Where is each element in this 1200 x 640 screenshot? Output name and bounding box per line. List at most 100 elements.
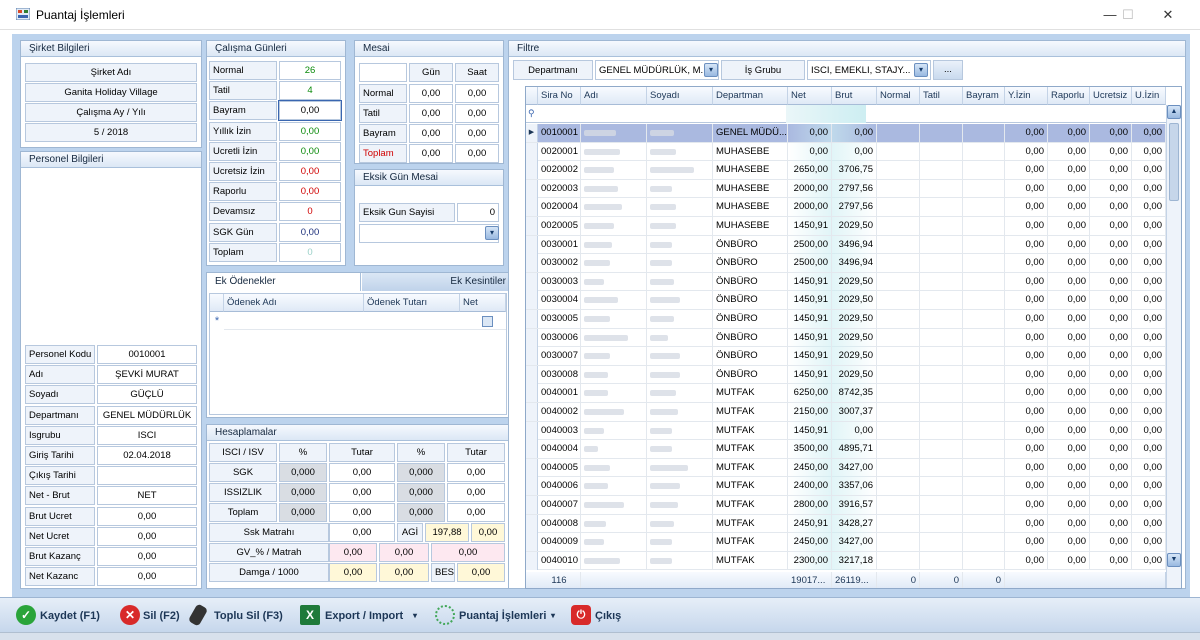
export-dropdown-icon[interactable]: ▾ (413, 606, 417, 626)
mesai-gun[interactable]: 0,00 (409, 144, 453, 163)
odenek-col-tutar[interactable]: Ödenek Tutarı (364, 294, 460, 312)
departman-select[interactable]: GENEL MÜDÜRLÜK, M... (595, 60, 719, 80)
mesai-saat[interactable]: 0,00 (455, 124, 499, 143)
is-grubu-select[interactable]: ISCI, EMEKLI, STAJY... (807, 60, 931, 80)
close-button[interactable]: ✕ (1146, 4, 1190, 26)
mesai-gun[interactable]: 0,00 (409, 104, 453, 123)
hesap-t2: 0,00 (447, 503, 505, 522)
table-row[interactable]: 0020002 MUHASEBE 2650,00 3706,75 0,00 0,00 0,0… (526, 161, 1166, 180)
odenek-new-row[interactable] (224, 312, 506, 330)
table-row[interactable]: 0030008 ÖNBÜRO 1450,91 2029,50 0,00 0,00 0,00 0… (526, 365, 1166, 385)
calisma-value[interactable]: 0 (279, 242, 341, 262)
table-row[interactable]: 0030007 ÖNBÜRO 1450,91 2029,50 0,00 0,00 0,00 0… (526, 347, 1166, 366)
mesai-saat[interactable]: 0,00 (455, 104, 499, 123)
puantaj-button[interactable]: Puantaj İşlemleri (459, 606, 546, 626)
calisma-value[interactable]: 0,00 (279, 141, 341, 161)
departman-dropdown-icon[interactable]: ▾ (704, 63, 718, 77)
mesai-saat[interactable]: 0,00 (455, 144, 499, 163)
table-row[interactable]: 0040007 MUTFAK 2800,00 3916,57 0,00 0,00 0,00 0… (526, 496, 1166, 515)
calisma-value[interactable]: 0,00 (279, 182, 341, 202)
table-row[interactable]: 0040003 MUTFAK 1450,91 0,00 0,00 0,00 0,00 0,00 (526, 421, 1166, 441)
table-row[interactable]: 0030003 ÖNBÜRO 1450,91 2029,50 0,00 0,00 0,00 0… (526, 272, 1166, 292)
calisma-value[interactable]: 0,00 (279, 162, 341, 181)
calisma-value[interactable]: 0,00 (279, 222, 341, 242)
table-row[interactable]: 0030001 ÖNBÜRO 2500,00 3496,94 0,00 0,00 0,00 0… (526, 235, 1166, 255)
table-row[interactable]: 0020005 MUHASEBE 1450,91 2029,50 0,00 0,00 0,0… (526, 217, 1166, 236)
table-row[interactable]: 0030006 ÖNBÜRO 1450,91 2029,50 0,00 0,00 0,00 0… (526, 328, 1166, 348)
eksik-dropdown-icon[interactable]: ▾ (485, 226, 499, 240)
blurred-text (584, 204, 622, 211)
mesai-saat[interactable]: 0,00 (455, 84, 499, 103)
cell-departman: MUHASEBE (713, 217, 788, 235)
blurred-text (650, 167, 694, 174)
cell-sira-no: 0020003 (538, 179, 581, 198)
sil-button[interactable]: Sil (F2) (143, 606, 180, 626)
mesai-gun[interactable]: 0,00 (409, 124, 453, 143)
table-row[interactable]: 0020003 MUHASEBE 2000,00 2797,56 0,00 0,00 0,0… (526, 179, 1166, 199)
cell-sira-no: 0030008 (538, 365, 581, 384)
table-row[interactable]: 0040001 MUTFAK 6250,00 8742,35 0,00 0,00 0,00 0… (526, 384, 1166, 403)
table-row[interactable]: 0040006 MUTFAK 2400,00 3357,06 0,00 0,00 0,00 0… (526, 477, 1166, 496)
table-row[interactable]: 0040010 MUTFAK 2300,00 3217,18 0,00 0,00 0,00 0… (526, 551, 1166, 571)
calisma-value[interactable]: 0,00 (278, 100, 342, 122)
blurred-text (650, 446, 672, 453)
row-selector-icon (526, 235, 538, 254)
table-row[interactable]: 0020001 MUHASEBE 0,00 0,00 0,00 0,00 0,00 0,00 (526, 142, 1166, 162)
cell-zero: 0,00 (1048, 403, 1090, 421)
grid-col-header[interactable]: Normal (877, 87, 920, 105)
export-import-button[interactable]: Export / Import (325, 606, 403, 626)
cikis-button[interactable]: Çıkış (595, 606, 621, 626)
grid-col-header[interactable]: Tatil (920, 87, 963, 105)
grid-filter-row[interactable]: ⚲ (526, 105, 1166, 123)
grid-col-header[interactable]: Brut (832, 87, 877, 105)
puantaj-dropdown-icon[interactable]: ▾ (551, 606, 555, 626)
blurred-text (650, 557, 672, 564)
grid-col-header[interactable]: U.İzin (1132, 87, 1166, 105)
grid-col-header[interactable]: Y.İzin (1005, 87, 1048, 105)
more-filter-button[interactable]: ... (933, 60, 963, 80)
grid-col-header[interactable]: Soyadı (647, 87, 713, 105)
tab-ek-odenekler[interactable]: Ek Ödenekler (207, 273, 361, 291)
odenek-col-adi[interactable]: Ödenek Adı (224, 294, 364, 312)
grid-col-header[interactable]: Ucretsiz (1090, 87, 1132, 105)
grid-col-header[interactable]: Departman (713, 87, 788, 105)
personel-grid: Sira No Adı Soyadı Departman Net Brut Normal Ta… (525, 86, 1182, 589)
table-row[interactable]: 0020004 MUHASEBE 2000,00 2797,56 0,00 0,00 0,0… (526, 198, 1166, 217)
calisma-value[interactable]: 4 (279, 81, 341, 101)
tab-ek-kesintiler[interactable]: Ek Kesintiler (362, 273, 512, 291)
blurred-text (584, 557, 620, 564)
cell-zero: 0,00 (1090, 421, 1132, 440)
maximize-button[interactable]: ☐ (1106, 4, 1150, 26)
table-row[interactable]: 0040005 MUTFAK 2450,00 3427,00 0,00 0,00 0,00 0… (526, 458, 1166, 478)
grid-col-header[interactable]: Sira No (538, 87, 581, 105)
grid-col-header[interactable]: Net (788, 87, 832, 105)
is-grubu-dropdown-icon[interactable]: ▾ (914, 63, 928, 77)
table-row[interactable]: 0030005 ÖNBÜRO 1450,91 2029,50 0,00 0,00 0,00 0… (526, 310, 1166, 329)
odenek-col-net[interactable]: Net (460, 294, 506, 312)
scroll-thumb[interactable] (1169, 123, 1179, 201)
scroll-up-icon[interactable]: ▲ (1167, 105, 1181, 119)
grid-col-header[interactable]: Raporlu (1048, 87, 1090, 105)
calisma-value[interactable]: 0 (279, 202, 341, 222)
mesai-gun[interactable]: 0,00 (409, 84, 453, 103)
eksik-gun-value[interactable]: 0 (457, 203, 499, 222)
eksik-select[interactable] (359, 224, 499, 243)
table-row[interactable]: 0040002 MUTFAK 2150,00 3007,37 0,00 0,00 0,00 0… (526, 403, 1166, 422)
calisma-value[interactable]: 26 (279, 61, 341, 80)
cell-zero: 0,00 (1090, 347, 1132, 366)
table-row[interactable]: 0040008 MUTFAK 2450,91 3428,27 0,00 0,00 0,00 0… (526, 514, 1166, 534)
grid-vscroll[interactable]: ▲ ▼ (1166, 105, 1181, 588)
table-row[interactable]: 0040004 MUTFAK 3500,00 4895,71 0,00 0,00 0,00 0… (526, 440, 1166, 459)
table-row[interactable]: 0040009 MUTFAK 2450,00 3427,00 0,00 0,00 0,00 0… (526, 533, 1166, 552)
calisma-value[interactable]: 0,00 (279, 121, 341, 141)
table-row[interactable]: 0030004 ÖNBÜRO 1450,91 2029,50 0,00 0,00 0,00 0… (526, 291, 1166, 310)
grid-col-header[interactable]: Bayram (963, 87, 1005, 105)
table-row[interactable]: ▶ 0010001 GENEL MÜDÜ... 0,00 0,00 0,00 0,00 0,0… (526, 124, 1166, 143)
odenek-net-checkbox[interactable] (482, 316, 493, 327)
table-row[interactable]: 0030002 ÖNBÜRO 2500,00 3496,94 0,00 0,00 0,00 0… (526, 254, 1166, 273)
scroll-down-icon[interactable]: ▼ (1167, 553, 1181, 567)
cell-departman: MUTFAK (713, 551, 788, 570)
toplu-sil-button[interactable]: Toplu Sil (F3) (214, 606, 283, 626)
grid-col-header[interactable]: Adı (581, 87, 647, 105)
kaydet-button[interactable]: Kaydet (F1) (40, 606, 100, 626)
